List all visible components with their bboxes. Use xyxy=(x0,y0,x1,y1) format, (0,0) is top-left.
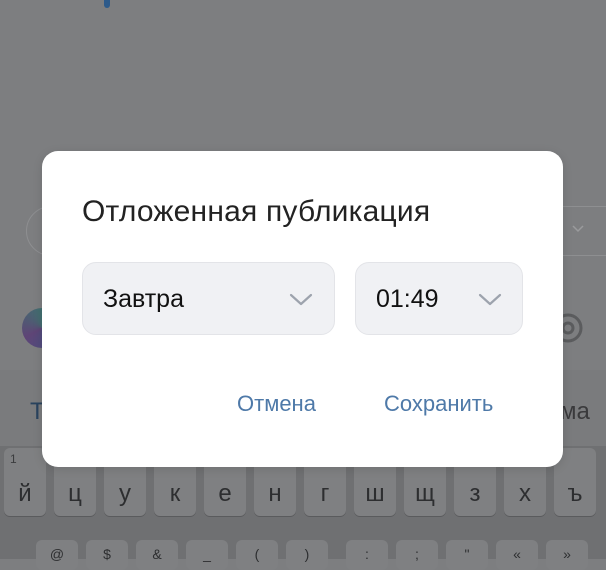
save-button[interactable]: Сохранить xyxy=(384,391,493,417)
background-accent-mark xyxy=(104,0,110,8)
time-select-value: 01:49 xyxy=(376,285,439,313)
date-select[interactable]: Завтра xyxy=(82,262,335,335)
keyboard-key: « xyxy=(496,540,538,570)
keyboard-key: ( xyxy=(236,540,278,570)
keyboard-key: » xyxy=(546,540,588,570)
keyboard-key: @ xyxy=(36,540,78,570)
keyboard-key: " xyxy=(446,540,488,570)
keyboard-key: ) xyxy=(286,540,328,570)
keyboard-key: 1й xyxy=(4,448,46,516)
background-chevron-down-icon xyxy=(572,225,584,233)
keyboard-key: ; xyxy=(396,540,438,570)
date-select-value: Завтра xyxy=(103,285,184,313)
cancel-button[interactable]: Отмена xyxy=(237,391,316,417)
keyboard-suggestion-right: ма xyxy=(560,398,590,425)
keyboard-key: & xyxy=(136,540,178,570)
chevron-down-icon xyxy=(289,293,313,306)
time-select[interactable]: 01:49 xyxy=(355,262,523,335)
keyboard-key: $ xyxy=(86,540,128,570)
keyboard-key: _ xyxy=(186,540,228,570)
dialog-title: Отложенная публикация xyxy=(82,195,431,228)
chevron-down-icon xyxy=(478,293,502,306)
keyboard-key: : xyxy=(346,540,388,570)
schedule-post-dialog: Отложенная публикация Завтра 01:49 Отмен… xyxy=(42,151,563,467)
